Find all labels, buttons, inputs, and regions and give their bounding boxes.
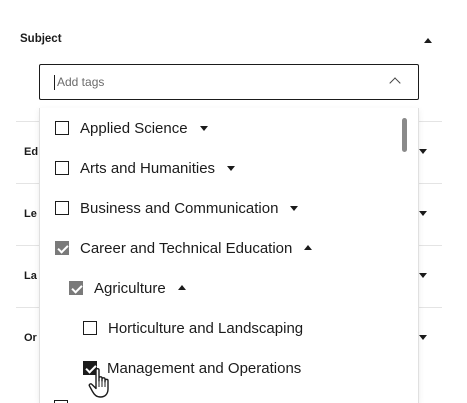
caret-down-icon[interactable] xyxy=(290,205,299,211)
option-label: Horticulture and Landscaping xyxy=(108,319,304,337)
option-label: Business and Communication xyxy=(80,199,279,217)
option-label: Applied Science xyxy=(80,119,188,137)
filter-row-label: Le xyxy=(24,208,37,220)
option-career-and-technical-education[interactable]: Career and Technical Education xyxy=(55,236,313,260)
caret-up-icon[interactable] xyxy=(304,244,313,250)
caret-up-icon[interactable] xyxy=(424,38,432,43)
option-horticulture-and-landscaping[interactable]: Horticulture and Landscaping xyxy=(83,316,303,340)
filter-row-label: Ed xyxy=(24,146,39,158)
scrollbar-track[interactable] xyxy=(404,116,410,396)
section-title: Subject xyxy=(20,33,62,45)
caret-down-icon[interactable] xyxy=(419,211,427,216)
option-applied-science[interactable]: Applied Science xyxy=(55,116,208,140)
checkbox[interactable] xyxy=(55,121,69,135)
option-label: Career and Technical Education xyxy=(80,239,293,257)
filter-row-label: Or xyxy=(24,332,37,344)
caret-down-icon[interactable] xyxy=(199,125,208,131)
checkbox-checked[interactable] xyxy=(55,241,69,255)
tag-search-input[interactable]: Add tags xyxy=(39,64,419,100)
option-agriculture[interactable]: Agriculture xyxy=(69,276,186,300)
chevron-up-icon[interactable] xyxy=(389,77,401,89)
caret-down-icon[interactable] xyxy=(419,335,427,340)
caret-down-icon[interactable] xyxy=(419,273,427,278)
option-label: Agriculture xyxy=(94,279,166,297)
tag-input-placeholder: Add tags xyxy=(57,75,105,89)
caret-up-icon[interactable] xyxy=(177,284,186,290)
checkbox[interactable] xyxy=(55,201,69,215)
subject-dropdown-list[interactable]: Applied Science Arts and Humanities Busi… xyxy=(39,108,419,403)
checkbox[interactable] xyxy=(55,161,69,175)
checkbox-checked[interactable] xyxy=(69,281,83,295)
text-cursor xyxy=(54,75,55,90)
checkbox[interactable] xyxy=(83,321,97,335)
option-label: Arts and Humanities xyxy=(80,159,216,177)
hand-cursor-icon xyxy=(88,368,109,398)
scrollbar-thumb[interactable] xyxy=(402,118,407,152)
option-label: Management and Operations xyxy=(107,359,302,377)
option-business-and-communication[interactable]: Business and Communication xyxy=(55,196,299,220)
subject-section-header[interactable]: Subject xyxy=(20,33,440,49)
filter-row-label: La xyxy=(24,270,37,282)
option-arts-and-humanities[interactable]: Arts and Humanities xyxy=(55,156,236,180)
caret-down-icon[interactable] xyxy=(419,149,427,154)
caret-down-icon[interactable] xyxy=(227,165,236,171)
